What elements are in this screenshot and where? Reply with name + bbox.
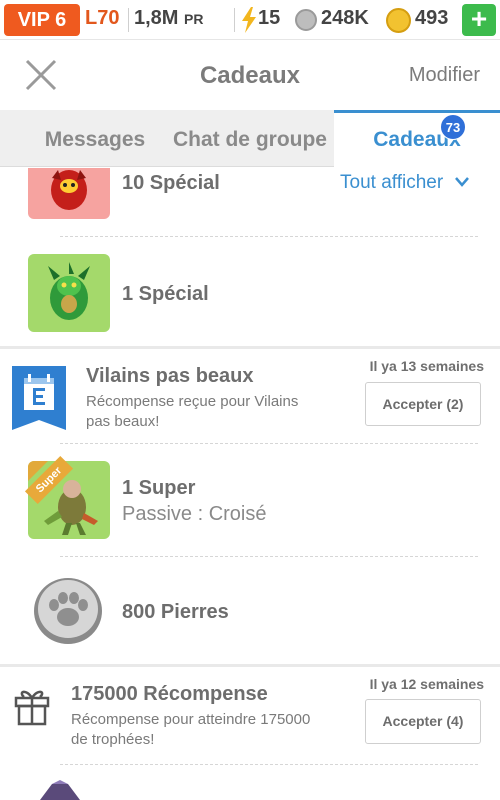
power-value: 1,8M: [134, 7, 179, 29]
tab-gifts[interactable]: Cadeaux: [334, 110, 500, 167]
red-monster-icon: [51, 170, 87, 210]
header: Cadeaux Modifier: [0, 40, 500, 110]
show-all-link[interactable]: Tout afficher: [340, 172, 470, 194]
accept-button[interactable]: Accepter (2): [365, 382, 481, 426]
timestamp: Il ya 12 semaines: [369, 676, 484, 692]
stones-count: 248K: [321, 7, 369, 29]
paw-stone-icon: [295, 9, 317, 31]
group-description-line2: pas beaux!: [86, 413, 160, 430]
tab-bar: Messages Chat de groupe Cadeaux: [0, 110, 500, 167]
power-rating: 1,8M PR: [134, 7, 203, 30]
item-separator: [60, 443, 478, 444]
purple-item-icon: [40, 780, 80, 800]
energy-count: 15: [258, 7, 281, 29]
gifts-screen: VIP 6 L70 1,8M PR 15 248K 493 + Cadeaux …: [0, 0, 500, 800]
chevron-down-icon: [455, 177, 470, 187]
power-unit: PR: [184, 11, 204, 27]
group-title: Vilains pas beaux: [86, 365, 254, 387]
green-monster-thumbnail: [28, 254, 110, 332]
vip-badge[interactable]: VIP 6: [4, 4, 80, 36]
item-separator: [60, 764, 478, 765]
timestamp: Il ya 13 semaines: [369, 358, 484, 374]
gift-title: 1 Super: [122, 477, 196, 499]
accept-button[interactable]: Accepter (4): [365, 699, 481, 744]
group-divider: [0, 346, 500, 349]
gift-subtitle: Passive : Croisé: [122, 503, 267, 525]
item-separator: [60, 556, 478, 557]
divider: [128, 8, 129, 32]
paw-stone-icon: [34, 578, 102, 644]
group-description-line1: Récompense pour atteindre 175000: [71, 711, 311, 728]
event-calendar-icon: [12, 366, 66, 430]
group-title: 175000 Récompense: [71, 683, 268, 705]
group-description-line1: Récompense reçue pour Vilains: [86, 393, 299, 410]
add-currency-button[interactable]: +: [462, 4, 496, 36]
notification-badge: 73: [440, 114, 466, 140]
coins-count: 493: [415, 7, 449, 29]
gift-box-icon: [14, 690, 50, 726]
green-monster-icon: [48, 262, 90, 320]
tab-messages[interactable]: Messages: [20, 110, 170, 167]
gift-title: 800 Pierres: [122, 601, 229, 623]
status-bar: VIP 6 L70 1,8M PR 15 248K 493 +: [0, 0, 500, 40]
group-divider: [0, 664, 500, 667]
divider: [234, 8, 235, 32]
red-monster-thumbnail: [28, 168, 110, 219]
lightning-icon: [242, 7, 256, 33]
gift-title: 10 Spécial: [122, 172, 220, 194]
tab-group-chat[interactable]: Chat de groupe: [170, 110, 330, 167]
item-separator: [60, 236, 478, 237]
group-description-line2: de trophées!: [71, 731, 155, 748]
gold-coin-icon: [386, 8, 411, 33]
modify-button[interactable]: Modifier: [409, 64, 480, 87]
player-level: L70: [85, 7, 120, 29]
show-all-label: Tout afficher: [340, 172, 444, 193]
gift-title: 1 Spécial: [122, 283, 209, 305]
